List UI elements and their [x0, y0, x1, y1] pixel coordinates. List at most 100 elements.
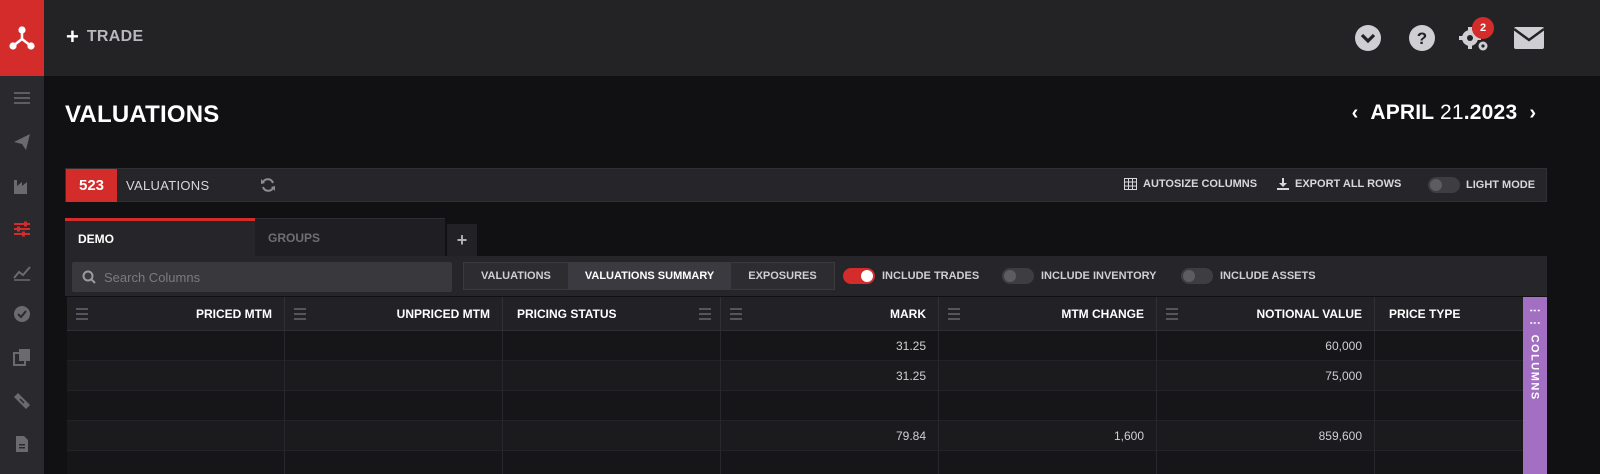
grid-header: PRICED MTM UNPRICED MTM PRICING STATUS M…	[67, 297, 1523, 331]
chevron-left-icon[interactable]: ‹	[1352, 101, 1359, 125]
mail-icon[interactable]	[1513, 22, 1545, 54]
column-header-label: PRICE TYPE	[1389, 307, 1461, 321]
export-rows-button[interactable]: EXPORT ALL ROWS	[1277, 178, 1401, 190]
view-exposures[interactable]: EXPOSURES	[731, 263, 833, 289]
new-trade-label: TRADE	[86, 28, 144, 45]
include-trades-switch[interactable]	[843, 268, 875, 284]
table-cell	[939, 391, 1157, 421]
app-root: + TRADE ? 2 VALUATIONS ‹ APRIL 21.2023 ›	[0, 0, 1600, 474]
table-cell	[285, 451, 503, 474]
column-header-label: PRICED MTM	[196, 307, 272, 321]
column-header-label: MTM CHANGE	[1061, 307, 1144, 321]
top-bar: + TRADE ? 2	[44, 0, 1600, 76]
table-cell	[285, 331, 503, 361]
table-cell	[67, 361, 285, 391]
columns-label-text: COLUMNS	[1528, 334, 1541, 401]
view-valuations-summary[interactable]: VALUATIONS SUMMARY	[567, 263, 732, 289]
include-inventory-toggle[interactable]: INCLUDE INVENTORY	[1002, 268, 1157, 284]
autosize-columns-button[interactable]: AUTOSIZE COLUMNS	[1124, 178, 1257, 190]
autosize-columns-label: AUTOSIZE COLUMNS	[1143, 178, 1258, 190]
ticket-icon[interactable]	[0, 386, 44, 416]
table-cell	[721, 451, 939, 474]
date-day: 21	[1440, 101, 1464, 124]
sliders-icon[interactable]	[0, 214, 44, 244]
view-switcher: VALUATIONS VALUATIONS SUMMARY EXPOSURES	[463, 262, 835, 290]
table-cell	[1375, 421, 1523, 451]
tab-groups[interactable]: GROUPS	[255, 218, 445, 256]
column-menu-icon[interactable]	[699, 308, 711, 323]
include-trades-label: INCLUDE TRADES	[882, 270, 980, 282]
table-cell	[1375, 331, 1523, 361]
column-header-unpriced-mtm[interactable]: UNPRICED MTM	[285, 297, 503, 331]
columns-side-panel-tab[interactable]: ⋮⋮ COLUMNS	[1523, 297, 1547, 474]
table-row[interactable]: 79.84 1,600 859,600	[67, 421, 1523, 451]
search-columns-input[interactable]	[104, 269, 434, 285]
column-header-label: UNPRICED MTM	[396, 307, 490, 321]
table-cell	[939, 451, 1157, 474]
column-header-pricing-status[interactable]: PRICING STATUS	[503, 297, 721, 331]
table-cell: 31.25	[721, 361, 939, 391]
download-icon	[1277, 178, 1289, 190]
include-assets-switch[interactable]	[1181, 268, 1213, 284]
table-cell	[1157, 391, 1375, 421]
column-header-label: PRICING STATUS	[517, 307, 617, 321]
table-row[interactable]: 31.25 60,000	[67, 331, 1523, 361]
document-icon[interactable]	[0, 429, 44, 459]
light-mode-toggle[interactable]: LIGHT MODE	[1428, 177, 1535, 193]
plus-icon: +	[66, 24, 79, 49]
column-header-mtm-change[interactable]: MTM CHANGE	[939, 297, 1157, 331]
page-title: VALUATIONS	[65, 101, 220, 128]
column-menu-icon[interactable]	[1166, 308, 1178, 323]
menu-icon[interactable]	[0, 83, 44, 113]
toolbar-title: VALUATIONS	[126, 178, 210, 193]
table-cell	[503, 451, 721, 474]
row-count-badge: 523	[66, 169, 117, 202]
table-cell	[503, 391, 721, 421]
table-cell	[1375, 361, 1523, 391]
check-circle-icon[interactable]	[0, 299, 44, 329]
column-menu-icon[interactable]	[730, 308, 742, 323]
new-trade-button[interactable]: + TRADE	[66, 24, 144, 49]
chevron-down-icon[interactable]	[1352, 22, 1384, 54]
table-row[interactable]	[67, 451, 1523, 474]
chevron-right-icon[interactable]: ›	[1529, 101, 1536, 125]
column-menu-icon[interactable]	[76, 308, 88, 323]
table-icon	[1124, 178, 1137, 190]
app-logo[interactable]	[0, 0, 44, 76]
date-year: .2023	[1463, 101, 1518, 124]
date-month: APRIL	[1370, 101, 1434, 124]
column-header-notional-value[interactable]: NOTIONAL VALUE	[1157, 297, 1375, 331]
help-icon[interactable]: ?	[1406, 22, 1438, 54]
svg-text:?: ?	[1417, 29, 1427, 48]
line-chart-icon[interactable]	[0, 257, 44, 287]
export-rows-label: EXPORT ALL ROWS	[1295, 178, 1402, 190]
table-cell: 1,600	[939, 421, 1157, 451]
include-assets-toggle[interactable]: INCLUDE ASSETS	[1181, 268, 1316, 284]
table-row[interactable]: 31.25 75,000	[67, 361, 1523, 391]
table-cell: 75,000	[1157, 361, 1375, 391]
add-tab-button[interactable]: +	[447, 224, 477, 256]
table-cell	[503, 361, 721, 391]
column-header-mark[interactable]: MARK	[721, 297, 939, 331]
light-mode-switch[interactable]	[1428, 177, 1460, 193]
column-menu-icon[interactable]	[948, 308, 960, 323]
valuations-grid: PRICED MTM UNPRICED MTM PRICING STATUS M…	[67, 297, 1523, 474]
include-inventory-label: INCLUDE INVENTORY	[1041, 270, 1157, 282]
include-inventory-switch[interactable]	[1002, 268, 1034, 284]
refresh-icon[interactable]	[260, 177, 276, 198]
copy-icon[interactable]	[0, 342, 44, 372]
settings-button[interactable]: 2	[1458, 17, 1494, 54]
table-row[interactable]	[67, 391, 1523, 421]
grid-toolbar: 523 VALUATIONS AUTOSIZE COLUMNS EXPORT A…	[65, 168, 1547, 202]
table-cell: 79.84	[721, 421, 939, 451]
tab-demo[interactable]: DEMO	[65, 218, 255, 256]
factory-icon[interactable]	[0, 171, 44, 201]
column-header-priced-mtm[interactable]: PRICED MTM	[67, 297, 285, 331]
column-menu-icon[interactable]	[294, 308, 306, 323]
view-valuations[interactable]: VALUATIONS	[464, 263, 568, 289]
left-sidebar	[0, 0, 44, 474]
column-header-price-type[interactable]: PRICE TYPE	[1375, 297, 1523, 331]
send-icon[interactable]	[0, 127, 44, 157]
column-header-label: NOTIONAL VALUE	[1256, 307, 1362, 321]
include-trades-toggle[interactable]: INCLUDE TRADES	[843, 268, 979, 284]
